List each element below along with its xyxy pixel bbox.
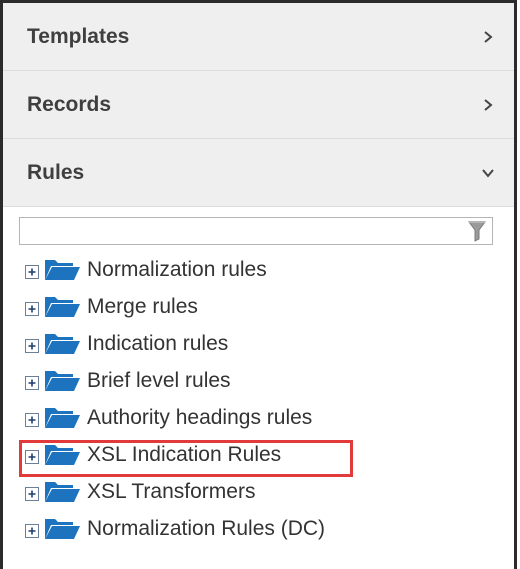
expand-plus-icon[interactable] — [25, 486, 39, 501]
rules-tree: Normalization rules Merge rules Indicati… — [3, 251, 514, 547]
open-folder-icon — [45, 518, 80, 539]
section-rules-label: Rules — [27, 160, 85, 184]
tree-node-highlighted[interactable]: XSL Indication Rules — [3, 436, 514, 477]
tree-node[interactable]: Brief level rules — [3, 362, 514, 399]
tree-node-label: Normalization Rules (DC) — [87, 516, 326, 540]
open-folder-icon — [45, 259, 80, 280]
open-folder-icon — [45, 333, 80, 354]
chevron-right-icon — [484, 98, 493, 111]
tree-node[interactable]: Authority headings rules — [3, 399, 514, 436]
open-folder-icon — [45, 370, 80, 391]
open-folder-icon — [45, 407, 80, 428]
expand-plus-icon[interactable] — [25, 449, 39, 464]
tree-node-label: Authority headings rules — [87, 405, 313, 429]
chevron-right-icon — [484, 30, 493, 43]
section-templates[interactable]: Templates — [3, 3, 514, 71]
rules-navigation-panel: Templates Records Rules Normalization ru… — [0, 0, 517, 569]
expand-plus-icon[interactable] — [25, 301, 39, 316]
tree-node[interactable]: XSL Transformers — [3, 473, 514, 510]
open-folder-icon — [45, 481, 80, 502]
tree-node[interactable]: Merge rules — [3, 288, 514, 325]
tree-node-label: Normalization rules — [87, 257, 267, 281]
expand-plus-icon[interactable] — [25, 264, 39, 279]
expand-plus-icon[interactable] — [25, 375, 39, 390]
expand-plus-icon[interactable] — [25, 523, 39, 538]
chevron-down-icon — [482, 168, 494, 178]
tree-node[interactable]: Indication rules — [3, 325, 514, 362]
tree-node[interactable]: Normalization Rules (DC) — [3, 510, 514, 547]
section-rules[interactable]: Rules — [3, 139, 514, 207]
expand-plus-icon[interactable] — [25, 338, 39, 353]
tree-node-label: XSL Indication Rules — [87, 442, 282, 466]
tree-node[interactable]: Normalization rules — [3, 251, 514, 288]
funnel-filter-icon[interactable] — [468, 220, 486, 242]
tree-node-label: Brief level rules — [87, 368, 231, 392]
expand-plus-icon[interactable] — [25, 412, 39, 427]
section-records[interactable]: Records — [3, 71, 514, 139]
section-templates-label: Templates — [27, 24, 130, 48]
open-folder-icon — [45, 444, 80, 465]
open-folder-icon — [45, 296, 80, 317]
tree-node-label: Indication rules — [87, 331, 229, 355]
section-records-label: Records — [27, 92, 112, 116]
tree-filter-input[interactable] — [20, 218, 468, 244]
tree-filter — [19, 217, 493, 245]
tree-node-label: Merge rules — [87, 294, 198, 318]
tree-node-label: XSL Transformers — [87, 479, 256, 503]
rules-tree-container: Normalization rules Merge rules Indicati… — [3, 207, 514, 547]
